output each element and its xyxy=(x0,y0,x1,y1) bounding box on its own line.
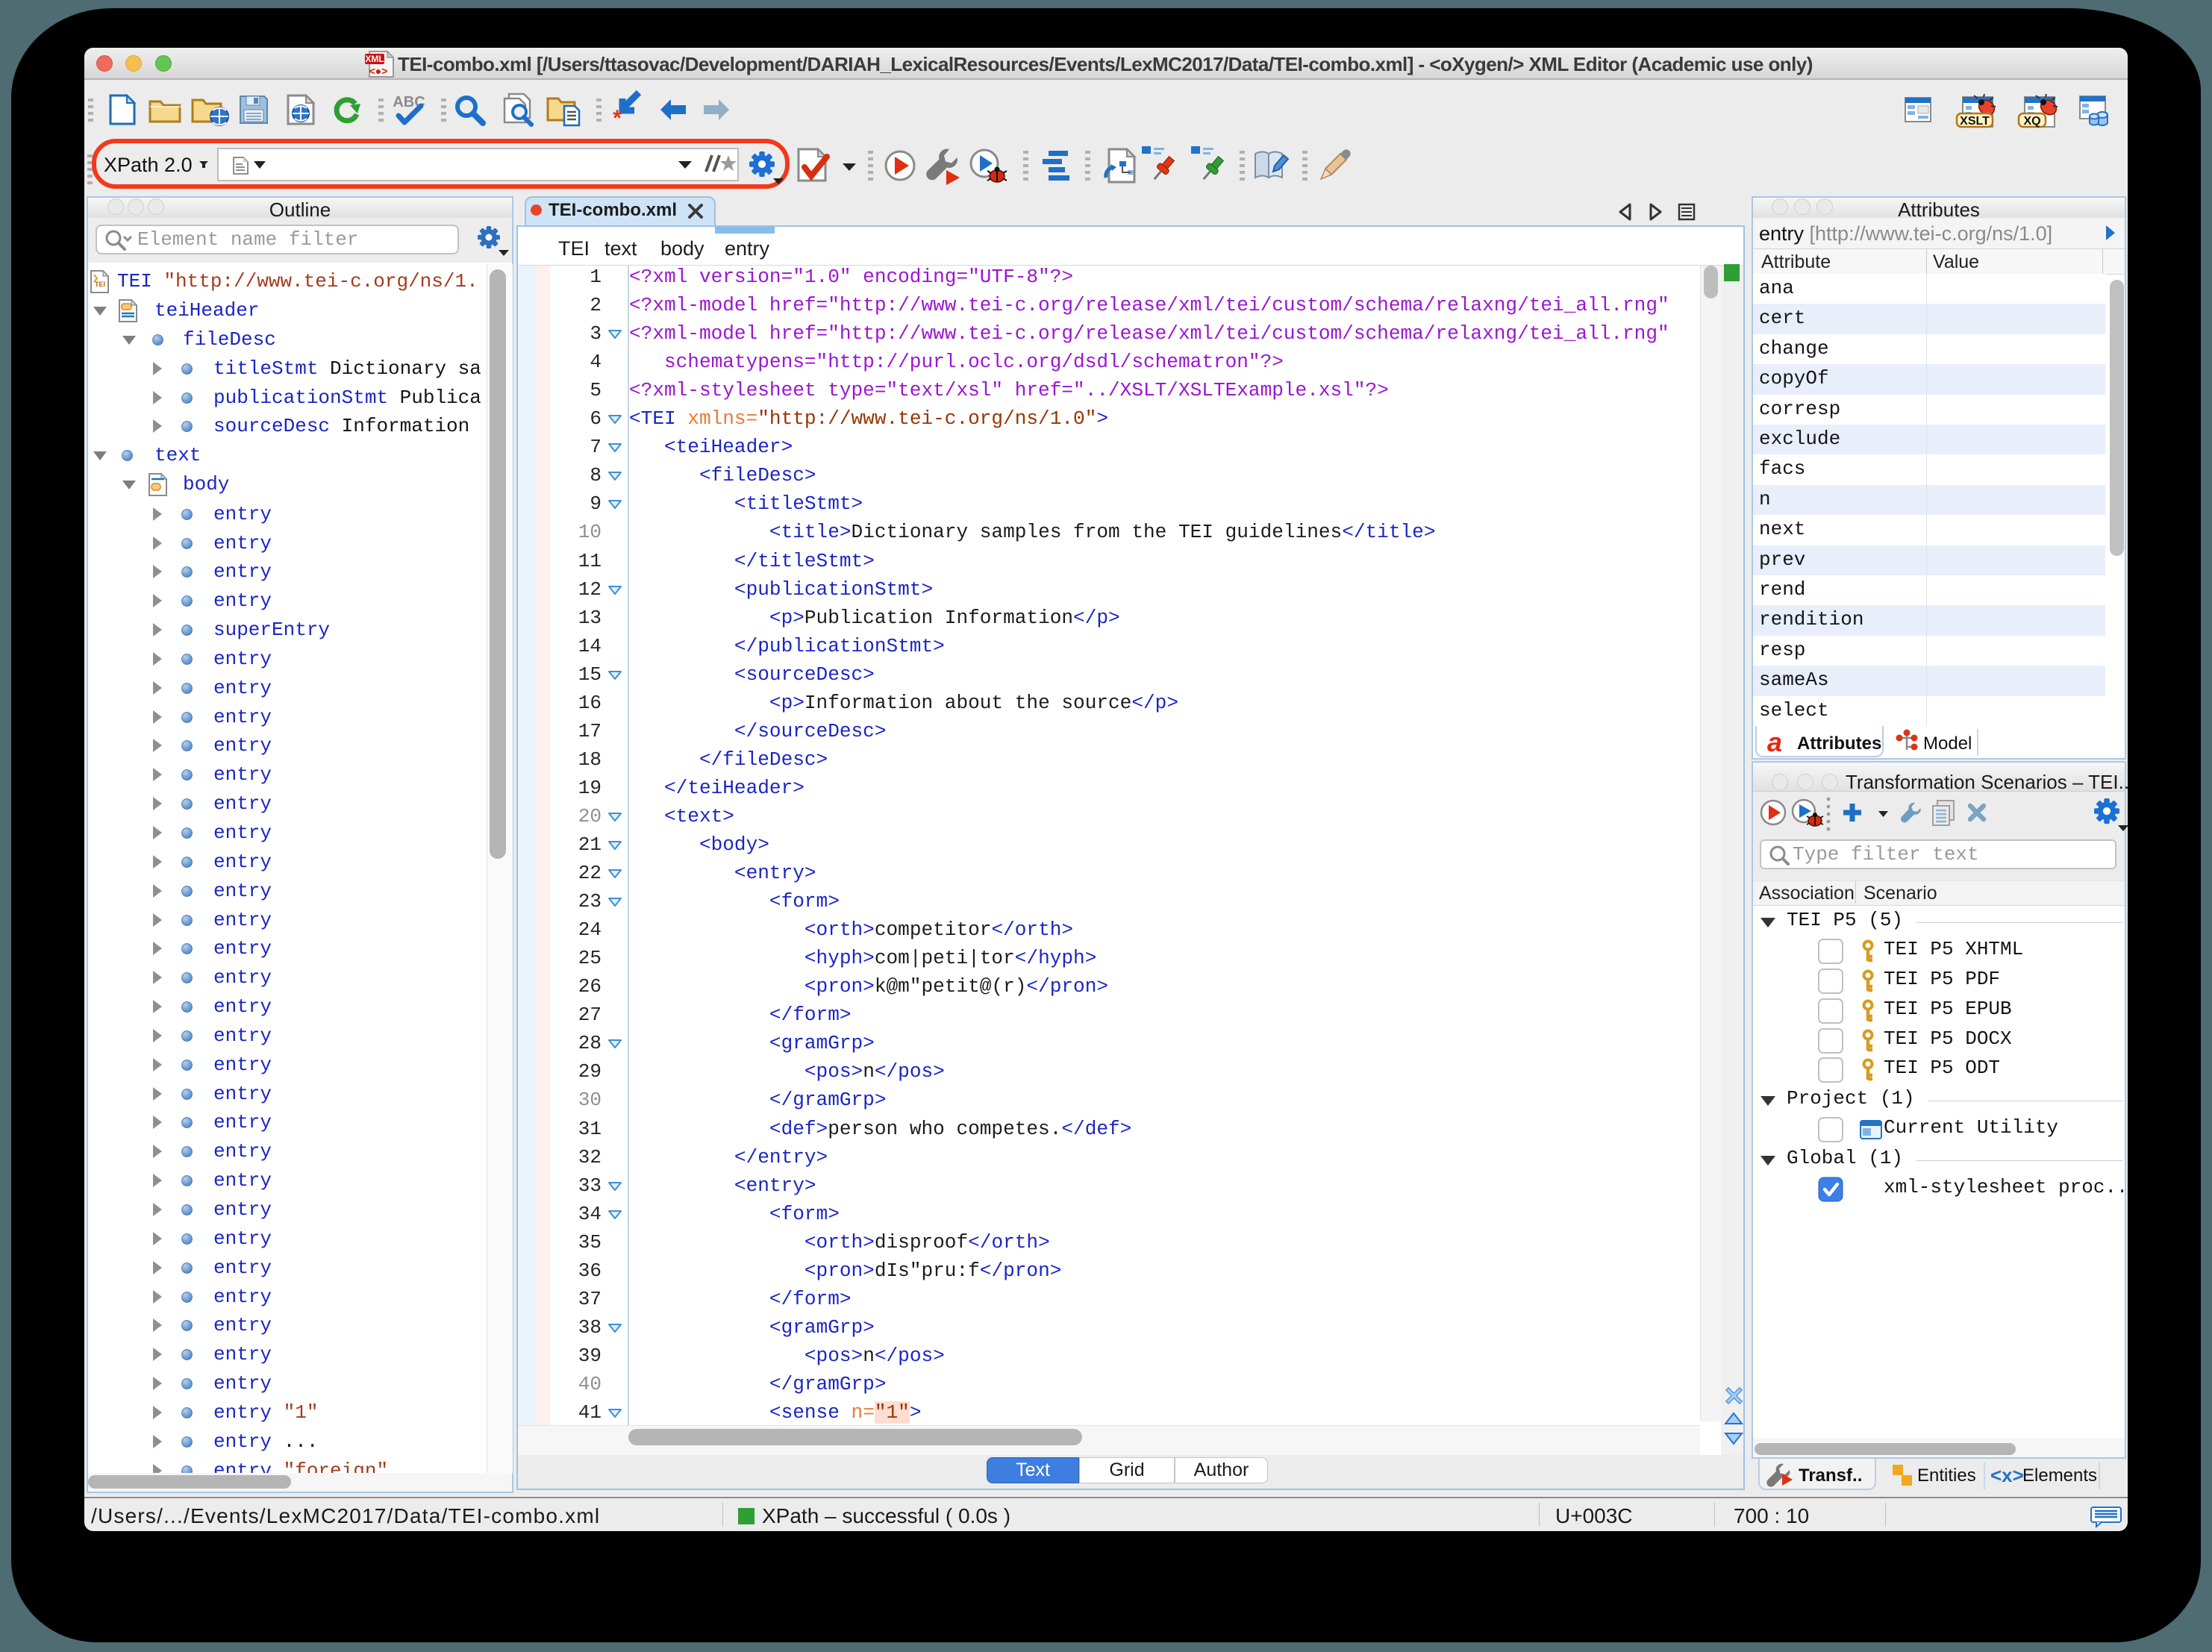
svg-text:<●>: <●> xyxy=(369,65,388,77)
svg-text:XSLT: XSLT xyxy=(1960,115,1990,128)
svg-text:XQ: XQ xyxy=(2023,115,2040,128)
svg-text:*: * xyxy=(613,106,622,131)
svg-text:XML: XML xyxy=(365,54,384,64)
svg-text:TEI: TEI xyxy=(95,281,105,288)
